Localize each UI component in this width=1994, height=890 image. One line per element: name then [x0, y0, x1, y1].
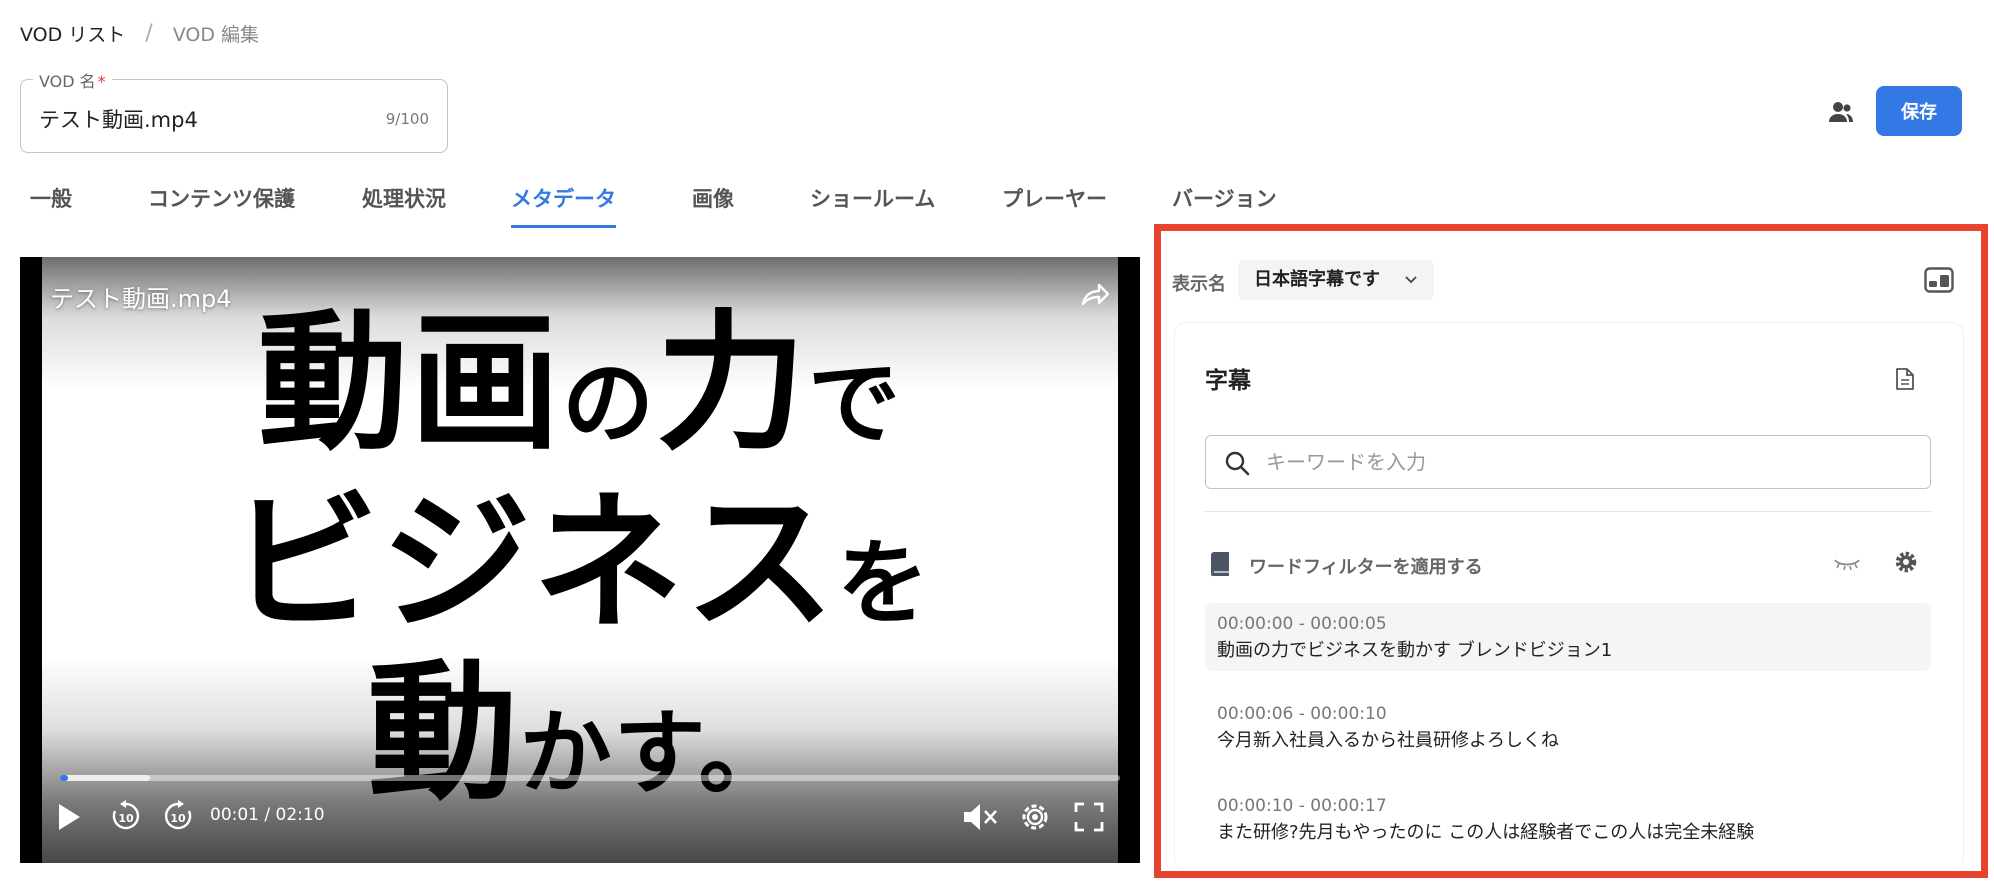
- fullscreen-icon[interactable]: [1074, 802, 1104, 832]
- settings-icon[interactable]: [1018, 800, 1052, 834]
- search-icon: [1225, 451, 1250, 476]
- subtitle-cue-text: 今月新入社員入るから社員研修よろしくね: [1217, 730, 1559, 751]
- mute-icon[interactable]: [962, 801, 998, 833]
- progress-bar[interactable]: [60, 775, 1120, 781]
- subtitle-cue-time: 00:00:06 - 00:00:10: [1217, 704, 1387, 724]
- forward-10-icon[interactable]: 10: [162, 800, 194, 832]
- word-filter-label: ワードフィルターを適用する: [1249, 557, 1483, 578]
- play-icon[interactable]: [56, 802, 82, 832]
- subtitle-cue[interactable]: 00:00:10 - 00:00:17 また研修?先月もやったのに この人は経験…: [1205, 785, 1931, 853]
- video-frame-text: 動画の力で ビジネスを 動かす。: [228, 297, 932, 821]
- gear-icon[interactable]: [1893, 549, 1919, 575]
- subtitle-cue[interactable]: 00:00:06 - 00:00:10 今月新入社員入るから社員研修よろしくね: [1205, 693, 1931, 761]
- tab-bar: 一般 コンテンツ保護 処理状況 メタデータ 画像 ショールーム プレーヤー バー…: [0, 182, 1300, 228]
- word-filter-row: ワードフィルターを適用する: [1205, 543, 1931, 583]
- display-name-select[interactable]: 日本語字幕です: [1238, 260, 1434, 300]
- tab-player[interactable]: プレーヤー: [1002, 182, 1107, 228]
- vod-name-char-count: 9/100: [385, 110, 429, 128]
- save-button[interactable]: 保存: [1876, 86, 1962, 136]
- subtitle-cue-text: 動画の力でビジネスを動かす ブレンドビジョン1: [1217, 640, 1613, 661]
- time-display: 00:01 / 02:10: [210, 805, 325, 825]
- rewind-10-icon[interactable]: 10: [110, 800, 142, 832]
- subtitle-cue[interactable]: 00:00:00 - 00:00:05 動画の力でビジネスを動かす ブレンドビジ…: [1205, 603, 1931, 671]
- subtitle-search-input[interactable]: [1266, 446, 1906, 478]
- video-title: テスト動画.mp4: [50, 285, 232, 313]
- video-frame[interactable]: 動画の力で ビジネスを 動かす。: [42, 257, 1118, 863]
- subtitle-search-box[interactable]: [1205, 435, 1931, 489]
- tab-metadata[interactable]: メタデータ: [511, 182, 616, 228]
- tab-content-protection[interactable]: コンテンツ保護: [148, 182, 295, 228]
- eye-closed-icon[interactable]: [1833, 557, 1861, 571]
- users-icon[interactable]: [1828, 100, 1854, 124]
- tab-showroom[interactable]: ショールーム: [810, 182, 935, 228]
- tab-images[interactable]: 画像: [692, 182, 734, 228]
- progress-buffered: [60, 775, 151, 781]
- book-icon: [1211, 552, 1229, 577]
- breadcrumb-vod-list[interactable]: VOD リスト: [20, 20, 125, 47]
- share-icon[interactable]: [1080, 279, 1110, 309]
- layout-toggle-icon[interactable]: [1924, 267, 1954, 293]
- display-name-label: 表示名: [1172, 274, 1226, 295]
- breadcrumb-separator: /: [145, 21, 153, 46]
- video-player[interactable]: 動画の力で ビジネスを 動かす。 テスト動画.mp4 10 10 00:01 /…: [20, 257, 1140, 863]
- subtitle-title: 字幕: [1205, 368, 1251, 394]
- svg-text:10: 10: [118, 812, 134, 825]
- chevron-down-icon: [1405, 276, 1417, 284]
- display-name-value: 日本語字幕です: [1254, 269, 1380, 290]
- breadcrumb-current: VOD 編集: [172, 24, 260, 46]
- svg-text:10: 10: [170, 812, 186, 825]
- subtitle-card: 字幕 ワードフィルターを適用する 00:00:00 - 00:00:: [1174, 322, 1964, 870]
- tab-version[interactable]: バージョン: [1172, 182, 1277, 228]
- vod-name-value[interactable]: テスト動画.mp4: [39, 104, 198, 134]
- subtitle-cue-text: また研修?先月もやったのに この人は経験者でこの人は完全未経験: [1217, 822, 1755, 843]
- divider: [1205, 511, 1931, 512]
- breadcrumb: VOD リスト / VOD 編集: [20, 20, 259, 47]
- tab-general[interactable]: 一般: [30, 182, 72, 228]
- tab-processing-status[interactable]: 処理状況: [362, 182, 446, 228]
- vod-name-field[interactable]: VOD 名 * テスト動画.mp4 9/100: [20, 68, 448, 153]
- subtitle-cue-time: 00:00:00 - 00:00:05: [1217, 614, 1387, 634]
- subtitle-cue-time: 00:00:10 - 00:00:17: [1217, 796, 1387, 816]
- vod-name-label: VOD 名 *: [33, 68, 112, 92]
- document-icon[interactable]: [1895, 367, 1915, 391]
